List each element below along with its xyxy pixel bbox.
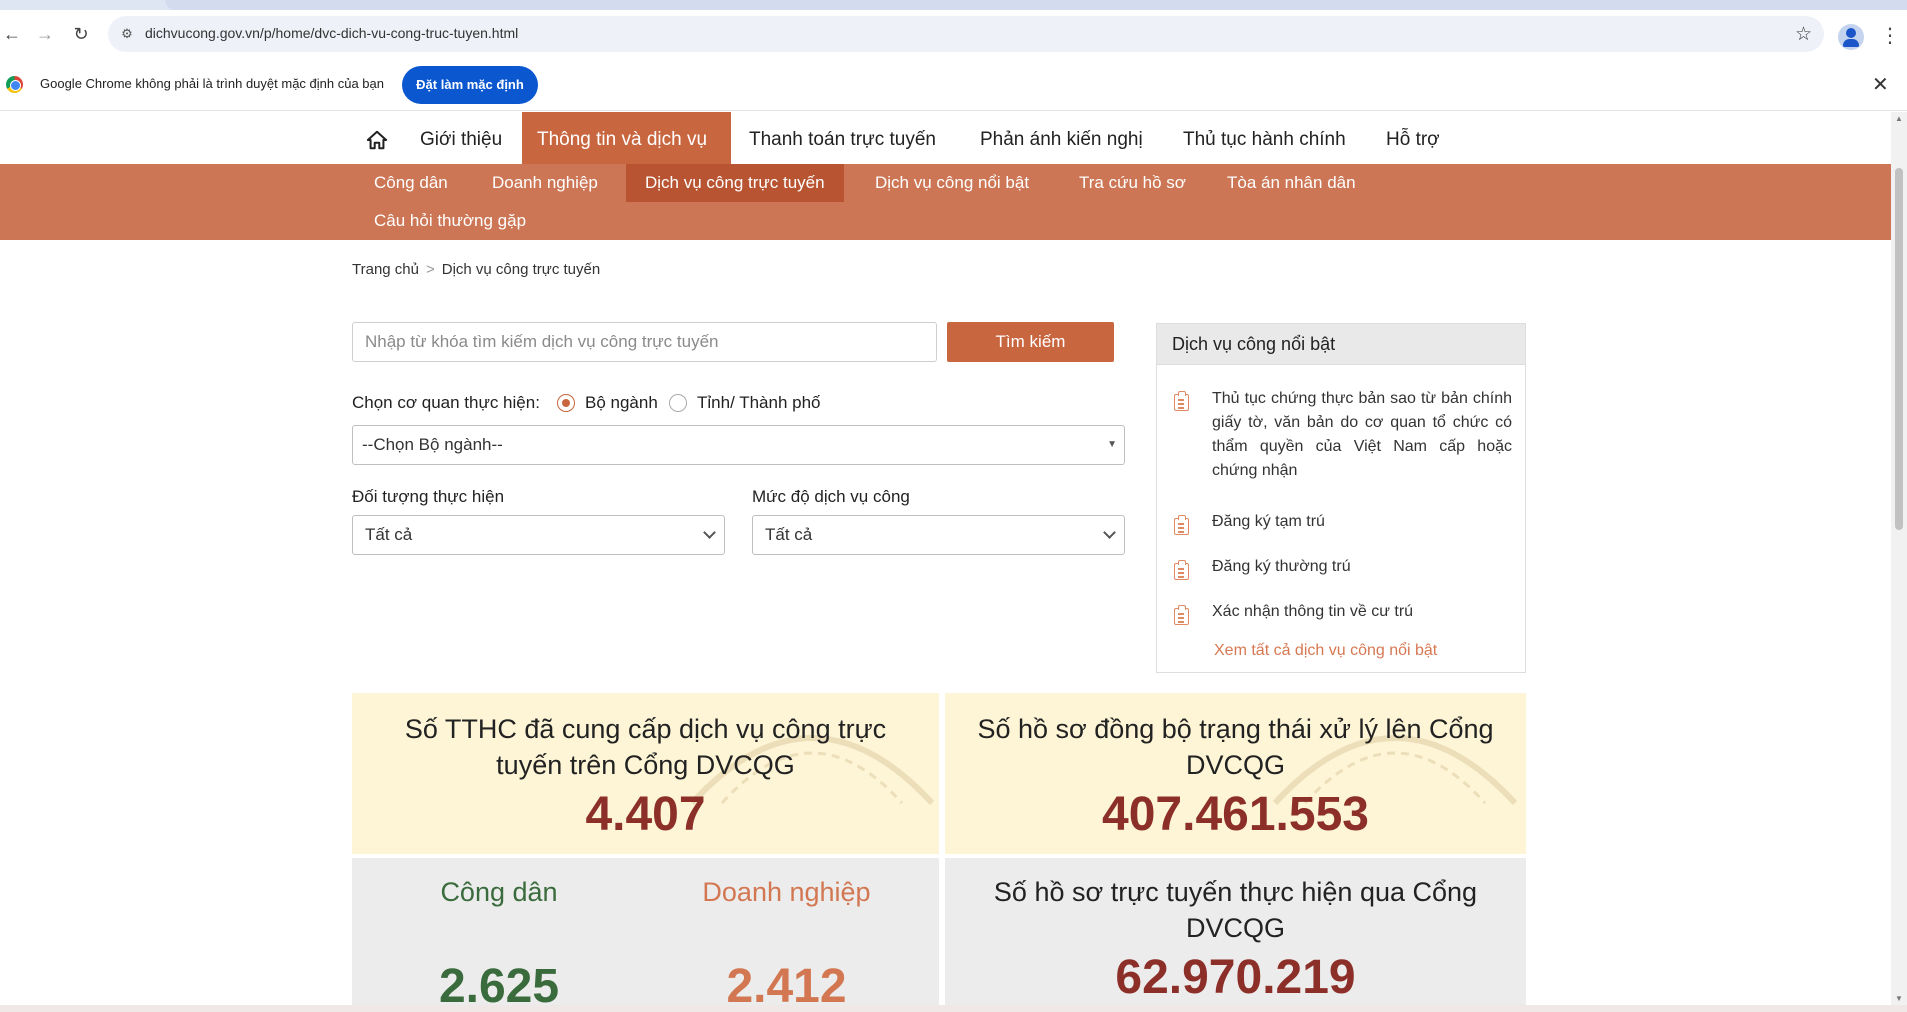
chevron-down-icon <box>1103 526 1116 539</box>
agency-label: Chọn cơ quan thực hiện: <box>352 393 540 412</box>
stat-online: Số hồ sơ trực tuyến thực hiện qua Cổng D… <box>945 858 1526 1005</box>
subject-select[interactable]: Tất cả <box>352 515 725 555</box>
nav-ho-tro[interactable]: Hỗ trợ <box>1371 112 1455 164</box>
featured-services-panel: Dịch vụ công nổi bật Thủ tục chứng thực … <box>1156 323 1526 673</box>
close-icon[interactable]: ✕ <box>1872 72 1889 97</box>
subnav-tra-cuu[interactable]: Tra cứu hồ sơ <box>1060 164 1205 202</box>
reload-icon[interactable]: ↻ <box>69 22 93 46</box>
nav-phan-anh[interactable]: Phản ánh kiến nghị <box>965 112 1158 164</box>
stat-citizen-title: Công dân <box>440 877 558 907</box>
featured-item[interactable]: Xác nhận thông tin về cư trú <box>1212 600 1512 624</box>
stat-citizen-business: Công dân 2.625 Doanh nghiệp 2.412 <box>352 858 939 1005</box>
subject-select-value: Tất cả <box>365 525 413 544</box>
subnav-dvc-truc-tuyen[interactable]: Dịch vụ công trực tuyến <box>626 164 844 202</box>
main-nav: Giới thiệu Thông tin và dịch vụ Thanh to… <box>0 112 1891 164</box>
stat-online-title: Số hồ sơ trực tuyến thực hiện qua Cổng D… <box>993 877 1478 943</box>
subnav-cau-hoi[interactable]: Câu hỏi thường gặp <box>355 202 545 240</box>
subnav-cong-dan[interactable]: Công dân <box>355 164 467 202</box>
chevron-down-icon <box>703 526 716 539</box>
stat-business-value: 2.412 <box>726 960 847 1005</box>
stat-procedures-title: Số TTHC đã cung cấp dịch vụ công trực tu… <box>404 714 887 780</box>
site-info-icon[interactable]: ⚙ <box>118 25 136 43</box>
scrollbar-thumb[interactable] <box>1895 168 1903 530</box>
profile-icon[interactable] <box>1838 24 1864 50</box>
level-label: Mức độ dịch vụ công <box>752 487 910 506</box>
nav-thong-tin-dich-vu[interactable]: Thông tin và dịch vụ <box>522 112 731 164</box>
subject-label: Đối tượng thực hiện <box>352 487 505 506</box>
caret-down-icon: ▼ <box>1107 439 1117 450</box>
back-icon[interactable]: ← <box>0 22 24 46</box>
ministry-select[interactable]: --Chọn Bộ ngành-- ▼ <box>352 425 1125 465</box>
radio-tinh-thanh-pho-label[interactable]: Tỉnh/ Thành phố <box>697 393 821 413</box>
see-all-featured-link[interactable]: Xem tất cả dịch vụ công nổi bật <box>1214 642 1437 660</box>
tab-strip-bar <box>165 0 1907 10</box>
default-browser-infobar: Google Chrome không phải là trình duyệt … <box>0 58 1907 111</box>
subnav-dvc-noi-bat[interactable]: Dịch vụ công nổi bật <box>856 164 1048 202</box>
chrome-logo-icon <box>6 76 23 93</box>
nav-thanh-toan[interactable]: Thanh toán trực tuyến <box>734 112 951 164</box>
subnav-toa-an[interactable]: Tòa án nhân dân <box>1208 164 1375 202</box>
document-icon <box>1174 560 1189 580</box>
star-icon[interactable]: ☆ <box>1795 23 1812 46</box>
browser-toolbar: ← → ↻ ⚙ dichvucong.gov.vn/p/home/dvc-dic… <box>0 10 1907 58</box>
home-icon[interactable] <box>366 129 388 151</box>
bottom-strip <box>0 1005 1907 1012</box>
document-icon <box>1174 605 1189 625</box>
featured-item[interactable]: Đăng ký tạm trú <box>1212 510 1512 534</box>
browser-tab-strip <box>0 0 1907 10</box>
search-button[interactable]: Tìm kiếm <box>947 322 1114 362</box>
nav-thu-tuc[interactable]: Thủ tục hành chính <box>1168 112 1361 164</box>
featured-item[interactable]: Thủ tục chứng thực bản sao từ bản chính … <box>1212 387 1512 483</box>
forward-icon[interactable]: → <box>33 22 57 46</box>
featured-title: Dịch vụ công nổi bật <box>1157 324 1525 365</box>
set-default-button[interactable]: Đặt làm mặc định <box>402 66 538 104</box>
stat-synced-value: 407.461.553 <box>1102 788 1369 841</box>
search-input[interactable] <box>352 322 937 362</box>
document-icon <box>1174 391 1189 411</box>
address-bar[interactable]: ⚙ dichvucong.gov.vn/p/home/dvc-dich-vu-c… <box>108 16 1824 52</box>
radio-bo-nganh[interactable] <box>557 394 575 412</box>
page-scrollbar[interactable]: ▲ ▼ <box>1891 112 1907 1005</box>
menu-icon[interactable]: ⋮ <box>1880 24 1900 48</box>
stat-citizen-value: 2.625 <box>438 960 560 1005</box>
stat-online-value: 62.970.219 <box>1115 951 1356 1004</box>
scroll-up-icon[interactable]: ▲ <box>1895 114 1903 123</box>
stat-synced: Số hồ sơ đồng bộ trạng thái xử lý lên Cổ… <box>945 693 1526 854</box>
sub-nav: Công dân Doanh nghiệp Dịch vụ công trực … <box>0 164 1891 240</box>
ministry-select-value: --Chọn Bộ ngành-- <box>362 435 503 454</box>
stat-business-title: Doanh nghiệp <box>702 877 871 907</box>
stat-synced-title: Số hồ sơ đồng bộ trạng thái xử lý lên Cổ… <box>977 714 1494 780</box>
page-viewport: Giới thiệu Thông tin và dịch vụ Thanh to… <box>0 112 1891 1005</box>
level-select-value: Tất cả <box>765 525 813 544</box>
radio-bo-nganh-label[interactable]: Bộ ngành <box>585 393 658 413</box>
stat-procedures: Số TTHC đã cung cấp dịch vụ công trực tu… <box>352 693 939 854</box>
breadcrumb-home[interactable]: Trang chủ <box>352 261 419 278</box>
radio-tinh-thanh-pho[interactable] <box>669 394 687 412</box>
nav-gioi-thieu[interactable]: Giới thiệu <box>405 112 517 164</box>
breadcrumb-current: Dịch vụ công trực tuyến <box>441 261 601 278</box>
subnav-doanh-nghiep[interactable]: Doanh nghiệp <box>473 164 617 202</box>
featured-item[interactable]: Đăng ký thường trú <box>1212 555 1512 579</box>
url-text[interactable]: dichvucong.gov.vn/p/home/dvc-dich-vu-con… <box>145 25 518 41</box>
stat-procedures-value: 4.407 <box>585 788 706 841</box>
breadcrumb-separator: > <box>425 261 435 278</box>
document-icon <box>1174 515 1189 535</box>
scroll-down-icon[interactable]: ▼ <box>1895 994 1903 1003</box>
infobar-message: Google Chrome không phải là trình duyệt … <box>40 76 384 91</box>
breadcrumb: Trang chủ > Dịch vụ công trực tuyến <box>352 261 600 278</box>
level-select[interactable]: Tất cả <box>752 515 1125 555</box>
